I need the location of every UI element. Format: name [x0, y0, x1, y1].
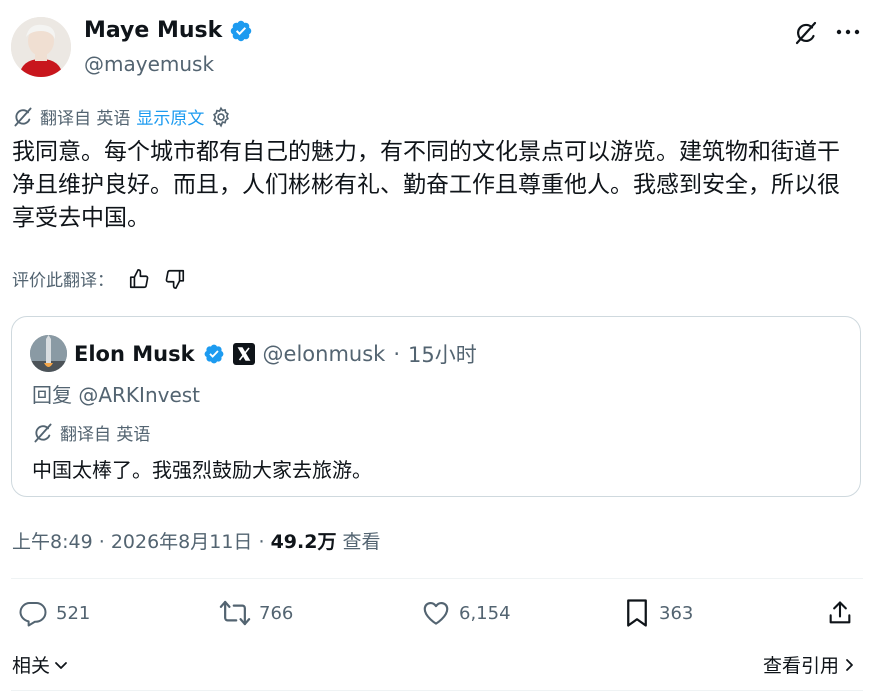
divider	[11, 690, 863, 691]
thumbs-down-icon[interactable]	[164, 268, 186, 290]
thumbs-up-icon[interactable]	[128, 268, 150, 290]
share-button[interactable]	[826, 598, 854, 628]
chevron-down-icon	[52, 656, 70, 674]
x-logo-icon	[232, 343, 255, 365]
retweet-button[interactable]: 766	[219, 598, 293, 628]
view-quotes-label: 查看引用	[762, 655, 839, 677]
like-button[interactable]: 6,154	[421, 598, 511, 628]
quoted-translated-from: 翻译自 英语	[60, 425, 151, 445]
meta-separator: ·	[98, 531, 105, 553]
quoted-separator: ·	[393, 342, 401, 366]
rate-translation: 评价此翻译：	[12, 266, 186, 291]
retweet-count: 766	[259, 602, 294, 624]
views-label: 查看	[342, 531, 381, 553]
quoted-reply-to[interactable]: 回复 @ARKInvest	[32, 379, 200, 408]
rate-translation-label: 评价此翻译：	[12, 271, 114, 291]
more-icon[interactable]	[836, 28, 860, 36]
tweet-time[interactable]: 上午8:49	[12, 531, 93, 553]
author-name-row: Maye Musk	[84, 18, 253, 43]
author-handle[interactable]: @mayemusk	[84, 52, 214, 76]
view-quotes-link[interactable]: 查看引用	[763, 651, 857, 678]
chevron-right-icon	[841, 656, 857, 674]
retweet-icon	[219, 598, 251, 628]
tweet-text: 我同意。每个城市都有自己的魅力，有不同的文化景点可以游览。建筑物和街道干净且维护…	[12, 139, 840, 231]
quoted-translation-info: 翻译自 英语	[32, 420, 150, 445]
bookmark-button[interactable]: 363	[623, 598, 693, 628]
like-count: 6,154	[459, 602, 511, 624]
translate-icon	[32, 422, 54, 444]
bookmark-icon	[623, 598, 651, 628]
translate-icon	[12, 106, 34, 128]
tweet-date[interactable]: 2026年8月11日	[111, 531, 253, 553]
meta-separator: ·	[258, 531, 265, 553]
show-original-link[interactable]: 显示原文	[136, 104, 204, 129]
verified-icon	[203, 343, 225, 365]
grok-icon[interactable]	[793, 20, 819, 46]
reply-button[interactable]: 521	[18, 598, 90, 628]
reply-icon	[18, 598, 48, 628]
like-icon	[421, 598, 451, 628]
translated-from-label: 翻译自 英语	[40, 109, 131, 129]
author-name[interactable]: Maye Musk	[84, 18, 222, 43]
author-avatar[interactable]	[11, 17, 71, 77]
translation-info: 翻译自 英语 显示原文	[12, 104, 232, 129]
quoted-handle[interactable]: @elonmusk	[263, 342, 386, 366]
quoted-tweet[interactable]: Elon Musk @elonmusk · 15小时 回复 @ARKInvest…	[11, 316, 861, 497]
quoted-header: Elon Musk @elonmusk · 15小时	[74, 339, 477, 369]
quoted-avatar[interactable]	[30, 335, 67, 372]
quoted-name[interactable]: Elon Musk	[74, 342, 195, 366]
related-label: 相关	[12, 655, 51, 677]
gear-icon[interactable]	[210, 106, 232, 128]
related-toggle[interactable]: 相关	[12, 651, 70, 678]
tweet-meta: 上午8:49 · 2026年8月11日 · 49.2万 查看	[12, 527, 381, 554]
verified-icon	[229, 19, 253, 43]
divider	[11, 578, 863, 579]
quoted-time[interactable]: 15小时	[408, 339, 477, 369]
share-icon	[826, 598, 854, 628]
reply-count: 521	[56, 602, 91, 624]
quoted-text: 中国太棒了。我强烈鼓励大家去旅游。	[32, 458, 372, 482]
bookmark-count: 363	[659, 602, 694, 624]
view-count: 49.2万	[270, 531, 337, 553]
